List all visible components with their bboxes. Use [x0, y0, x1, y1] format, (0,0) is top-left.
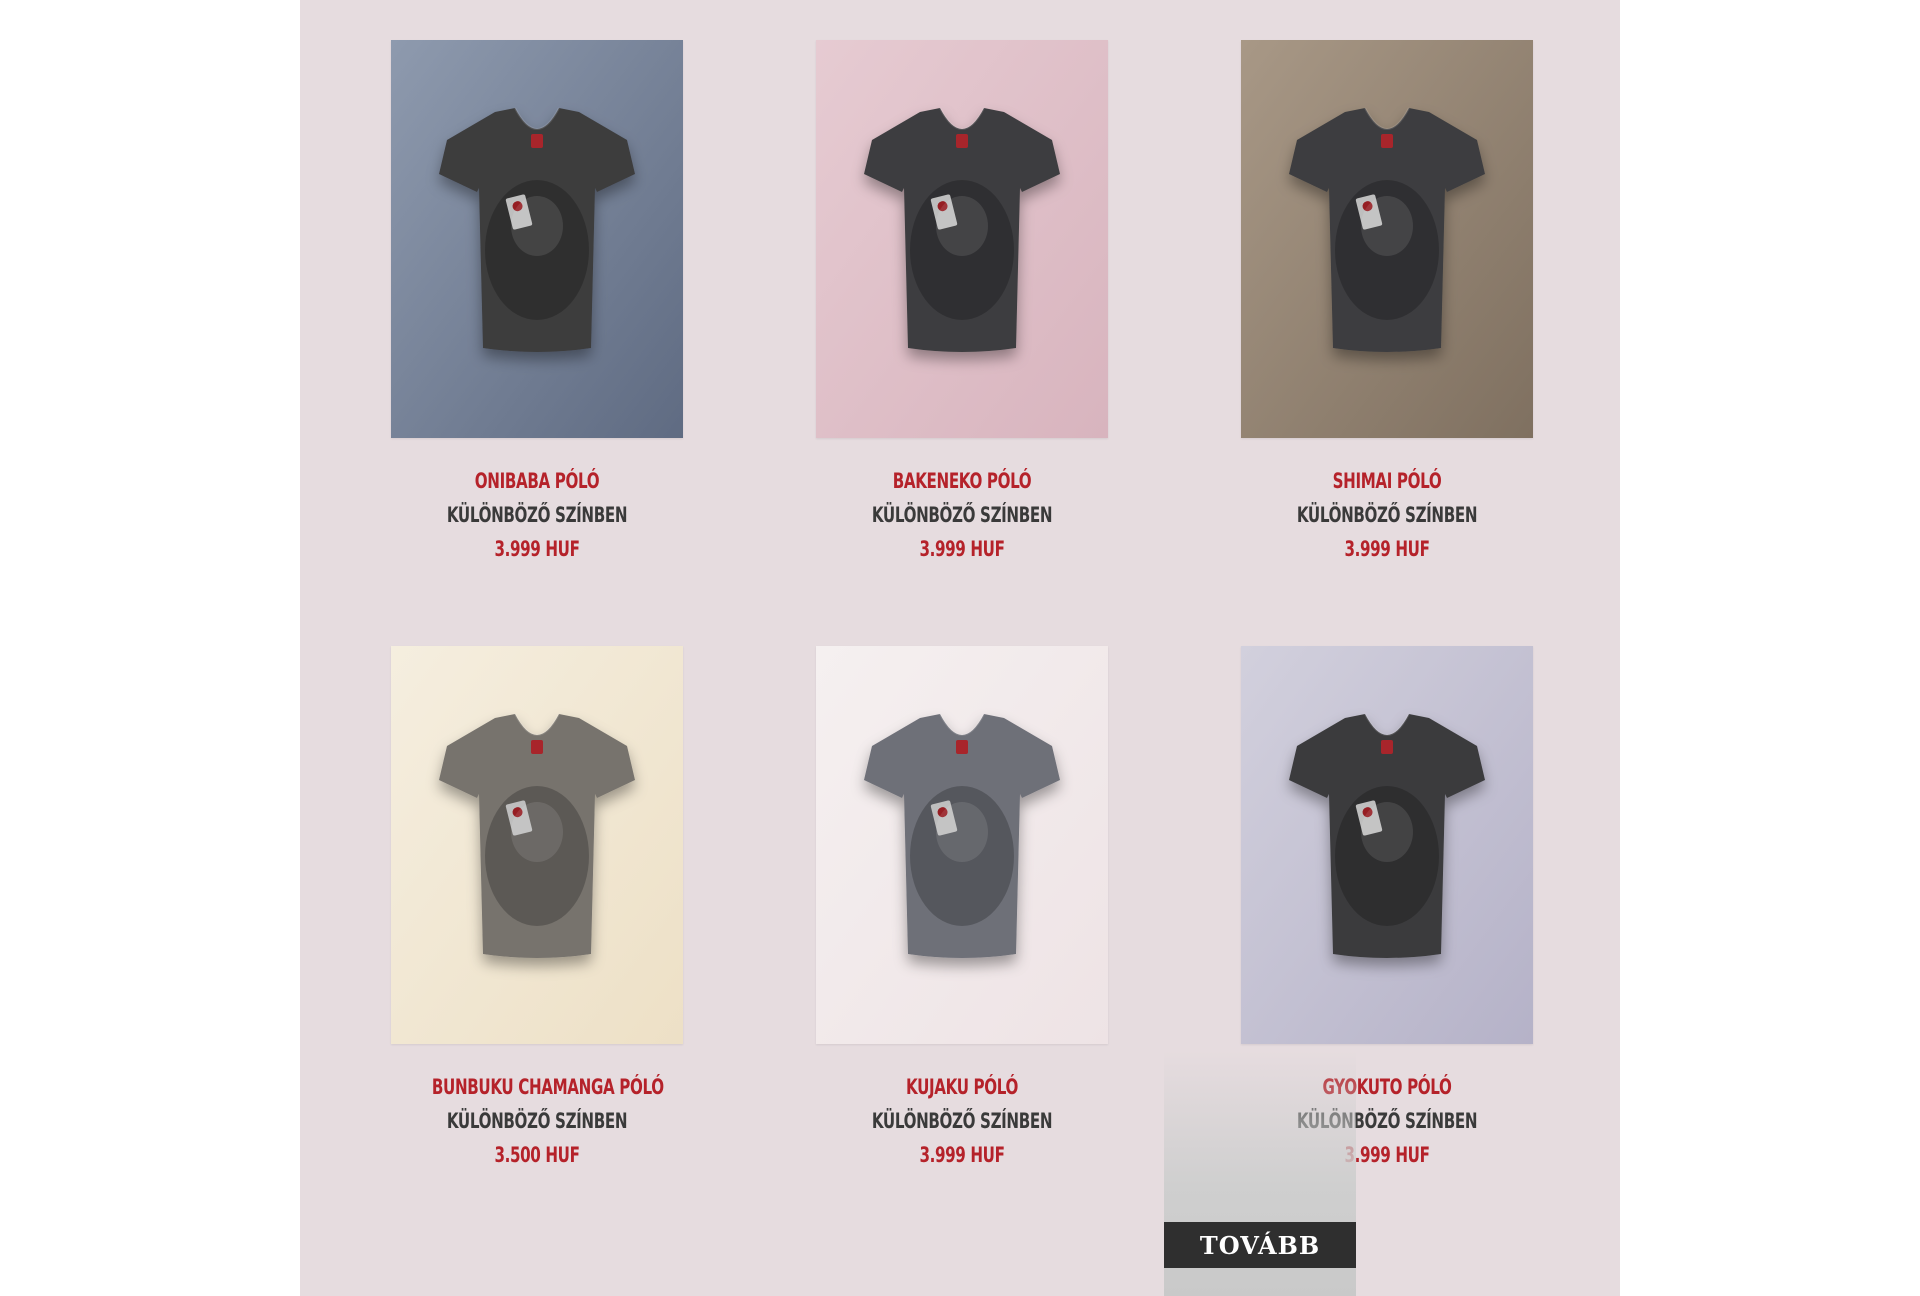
- product-color-note: Különböző színben: [1296, 503, 1478, 527]
- product-info: Bakeneko póló Különböző színben 3.999 HU…: [816, 464, 1108, 566]
- product-color-note: Különböző színben: [446, 1109, 628, 1133]
- product-image[interactable]: [391, 646, 683, 1044]
- product-card[interactable]: Onibaba póló Különböző színben 3.999 HUF: [391, 40, 683, 566]
- product-image[interactable]: [1241, 646, 1533, 1044]
- product-image[interactable]: [1241, 40, 1533, 438]
- product-card[interactable]: Bakeneko póló Különböző színben 3.999 HU…: [816, 40, 1108, 566]
- product-card[interactable]: Kujaku póló Különböző színben 3.999 HUF: [816, 646, 1108, 1172]
- product-color-note: Különböző színben: [871, 503, 1053, 527]
- product-name[interactable]: Kujaku póló: [857, 1070, 1067, 1104]
- product-info: Shimai póló Különböző színben 3.999 HUF: [1241, 464, 1533, 566]
- tshirt-photo: [816, 40, 1108, 438]
- tshirt-photo: [391, 40, 683, 438]
- product-price: 3.999 HUF: [494, 537, 580, 561]
- more-button-fade: Tovább: [1164, 1050, 1356, 1296]
- brand-label-icon: [956, 134, 968, 148]
- product-card[interactable]: Bunbuku chamanga póló Különböző színben …: [391, 646, 683, 1172]
- product-info: Kujaku póló Különböző színben 3.999 HUF: [816, 1070, 1108, 1172]
- product-card[interactable]: Shimai póló Különböző színben 3.999 HUF: [1241, 40, 1533, 566]
- brand-label-icon: [531, 740, 543, 754]
- brand-label-icon: [1381, 740, 1393, 754]
- product-grid-page: Onibaba póló Különböző színben 3.999 HUF…: [300, 0, 1620, 1296]
- tshirt-photo: [1241, 40, 1533, 438]
- product-price: 3.500 HUF: [494, 1143, 580, 1167]
- brand-label-icon: [531, 134, 543, 148]
- product-image[interactable]: [816, 646, 1108, 1044]
- product-name[interactable]: Onibaba póló: [432, 464, 642, 498]
- product-name[interactable]: Bunbuku chamanga póló: [432, 1070, 664, 1104]
- product-color-note: Különböző színben: [871, 1109, 1053, 1133]
- product-image[interactable]: [816, 40, 1108, 438]
- product-price: 3.999 HUF: [919, 1143, 1005, 1167]
- tshirt-photo: [816, 646, 1108, 1044]
- brand-label-icon: [956, 740, 968, 754]
- product-price: 3.999 HUF: [1344, 537, 1430, 561]
- product-color-note: Különböző színben: [446, 503, 628, 527]
- tshirt-photo: [1241, 646, 1533, 1044]
- more-button[interactable]: Tovább: [1164, 1222, 1356, 1268]
- tshirt-photo: [391, 646, 683, 1044]
- product-price: 3.999 HUF: [919, 537, 1005, 561]
- product-info: Onibaba póló Különböző színben 3.999 HUF: [391, 464, 683, 566]
- product-name[interactable]: Bakeneko póló: [857, 464, 1067, 498]
- brand-label-icon: [1381, 134, 1393, 148]
- product-image[interactable]: [391, 40, 683, 438]
- product-info: Bunbuku chamanga póló Különböző színben …: [391, 1070, 683, 1172]
- product-name[interactable]: Shimai póló: [1282, 464, 1492, 498]
